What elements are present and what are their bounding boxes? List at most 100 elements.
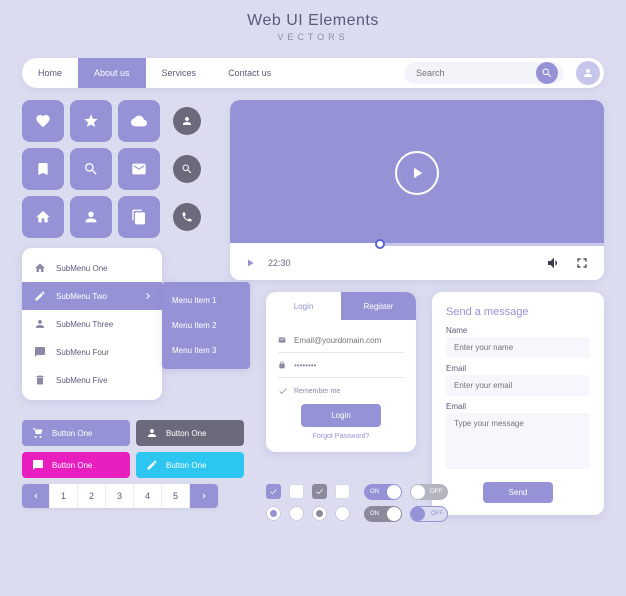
- play-small-icon[interactable]: [244, 257, 256, 269]
- send-button[interactable]: Send: [483, 482, 553, 503]
- checkbox-checked-purple[interactable]: [266, 484, 281, 499]
- submenu-flyout: Menu Item 1 Menu Item 2 Menu Item 3: [162, 282, 250, 369]
- pager-2[interactable]: 2: [78, 484, 106, 508]
- contact-heading: Send a message: [446, 306, 590, 318]
- search-icon-button[interactable]: [70, 148, 112, 190]
- pager-4[interactable]: 4: [134, 484, 162, 508]
- submenu-label: SubMenu Two: [56, 292, 107, 301]
- heart-icon-button[interactable]: [22, 100, 64, 142]
- star-icon: [83, 113, 99, 129]
- submenu-label: SubMenu Five: [56, 376, 108, 385]
- progress-knob[interactable]: [375, 239, 385, 249]
- icon-grid: [22, 100, 208, 238]
- bookmark-icon: [35, 161, 51, 177]
- button-one-cyan[interactable]: Button One: [136, 452, 244, 478]
- flyout-item-1[interactable]: Menu Item 1: [162, 288, 250, 313]
- chevron-left-icon: [31, 491, 41, 501]
- play-button[interactable]: [395, 151, 439, 195]
- submenu-item-1[interactable]: SubMenu One: [22, 254, 162, 282]
- pager-5[interactable]: 5: [162, 484, 190, 508]
- tab-register[interactable]: Register: [341, 292, 416, 320]
- pager-prev[interactable]: [22, 484, 50, 508]
- radio-off-1[interactable]: [289, 506, 304, 521]
- email-field[interactable]: [294, 336, 404, 345]
- nav-about[interactable]: About us: [78, 58, 146, 88]
- star-icon-button[interactable]: [70, 100, 112, 142]
- video-player: 22:30: [230, 100, 604, 280]
- button-group: Button One Button One Button One Button …: [22, 420, 244, 478]
- name-input[interactable]: [446, 337, 590, 358]
- submenu-item-4[interactable]: SubMenu Four: [22, 338, 162, 366]
- home-icon: [34, 262, 46, 274]
- submenu-label: SubMenu One: [56, 264, 108, 273]
- bookmark-icon-button[interactable]: [22, 148, 64, 190]
- fullscreen-icon[interactable]: [574, 255, 590, 271]
- phone-round-button[interactable]: [173, 203, 201, 231]
- page-title: Web UI Elements: [0, 12, 626, 30]
- video-screen[interactable]: [230, 100, 604, 246]
- pager-next[interactable]: [190, 484, 218, 508]
- user-icon-button[interactable]: [70, 196, 112, 238]
- submenu-item-5[interactable]: SubMenu Five: [22, 366, 162, 394]
- copy-icon-button[interactable]: [118, 196, 160, 238]
- cart-icon: [32, 427, 44, 439]
- user-icon: [582, 67, 594, 79]
- checkbox-unchecked[interactable]: [289, 484, 304, 499]
- message-label: Email: [446, 402, 590, 411]
- checkbox-unchecked-2[interactable]: [335, 484, 350, 499]
- mail-icon-button[interactable]: [118, 148, 160, 190]
- radio-gray-on[interactable]: [312, 506, 327, 521]
- toggle-row-2: ON OFF: [364, 506, 448, 522]
- check-icon[interactable]: [278, 386, 288, 396]
- flyout-item-2[interactable]: Menu Item 2: [162, 313, 250, 338]
- avatar-button[interactable]: [576, 61, 600, 85]
- submenu-label: SubMenu Three: [56, 320, 113, 329]
- password-field[interactable]: [294, 361, 404, 370]
- check-icon: [269, 487, 278, 496]
- tab-login[interactable]: Login: [266, 292, 341, 320]
- search-round-button[interactable]: [173, 155, 201, 183]
- nav-contact[interactable]: Contact us: [212, 58, 287, 88]
- pager-3[interactable]: 3: [106, 484, 134, 508]
- email-input[interactable]: [446, 375, 590, 396]
- search-field[interactable]: [404, 62, 564, 84]
- contact-card: Send a message Name Email Email Send: [432, 292, 604, 515]
- toggle-label: OFF: [430, 489, 442, 495]
- nav-home[interactable]: Home: [22, 58, 78, 88]
- search-input[interactable]: [416, 68, 536, 78]
- submenu-item-2[interactable]: SubMenu Two: [22, 282, 162, 310]
- button-one-purple[interactable]: Button One: [22, 420, 130, 446]
- pagination: 1 2 3 4 5: [22, 484, 218, 508]
- forgot-password-link[interactable]: Forgot Password?: [278, 433, 404, 440]
- radio-off-2[interactable]: [335, 506, 350, 521]
- toggle-on-purple[interactable]: ON: [364, 484, 402, 500]
- cloud-icon-button[interactable]: [118, 100, 160, 142]
- submenu-item-3[interactable]: SubMenu Three: [22, 310, 162, 338]
- user-round-button[interactable]: [173, 107, 201, 135]
- submenu-label: SubMenu Four: [56, 348, 109, 357]
- toggle-off-gray[interactable]: OFF: [410, 484, 448, 500]
- radio-purple-on[interactable]: [266, 506, 281, 521]
- button-one-pink[interactable]: Button One: [22, 452, 130, 478]
- message-input[interactable]: [446, 413, 590, 469]
- user-icon: [83, 209, 99, 225]
- nav-services[interactable]: Services: [146, 58, 213, 88]
- checkbox-checked-gray[interactable]: [312, 484, 327, 499]
- user-icon: [34, 318, 46, 330]
- login-button[interactable]: Login: [301, 404, 381, 427]
- flyout-item-3[interactable]: Menu Item 3: [162, 338, 250, 363]
- copy-icon: [131, 209, 147, 225]
- button-label: Button One: [52, 429, 92, 438]
- toggle-on-gray[interactable]: ON: [364, 506, 402, 522]
- home-icon-button[interactable]: [22, 196, 64, 238]
- video-progress[interactable]: [230, 243, 604, 246]
- toggle-off-purple[interactable]: OFF: [410, 506, 448, 522]
- search-button[interactable]: [536, 62, 558, 84]
- phone-icon: [181, 211, 193, 223]
- video-time: 22:30: [268, 258, 291, 268]
- volume-icon[interactable]: [546, 255, 562, 271]
- button-one-gray[interactable]: Button One: [136, 420, 244, 446]
- pager-1[interactable]: 1: [50, 484, 78, 508]
- search-icon: [83, 161, 99, 177]
- chevron-right-icon: [142, 290, 154, 302]
